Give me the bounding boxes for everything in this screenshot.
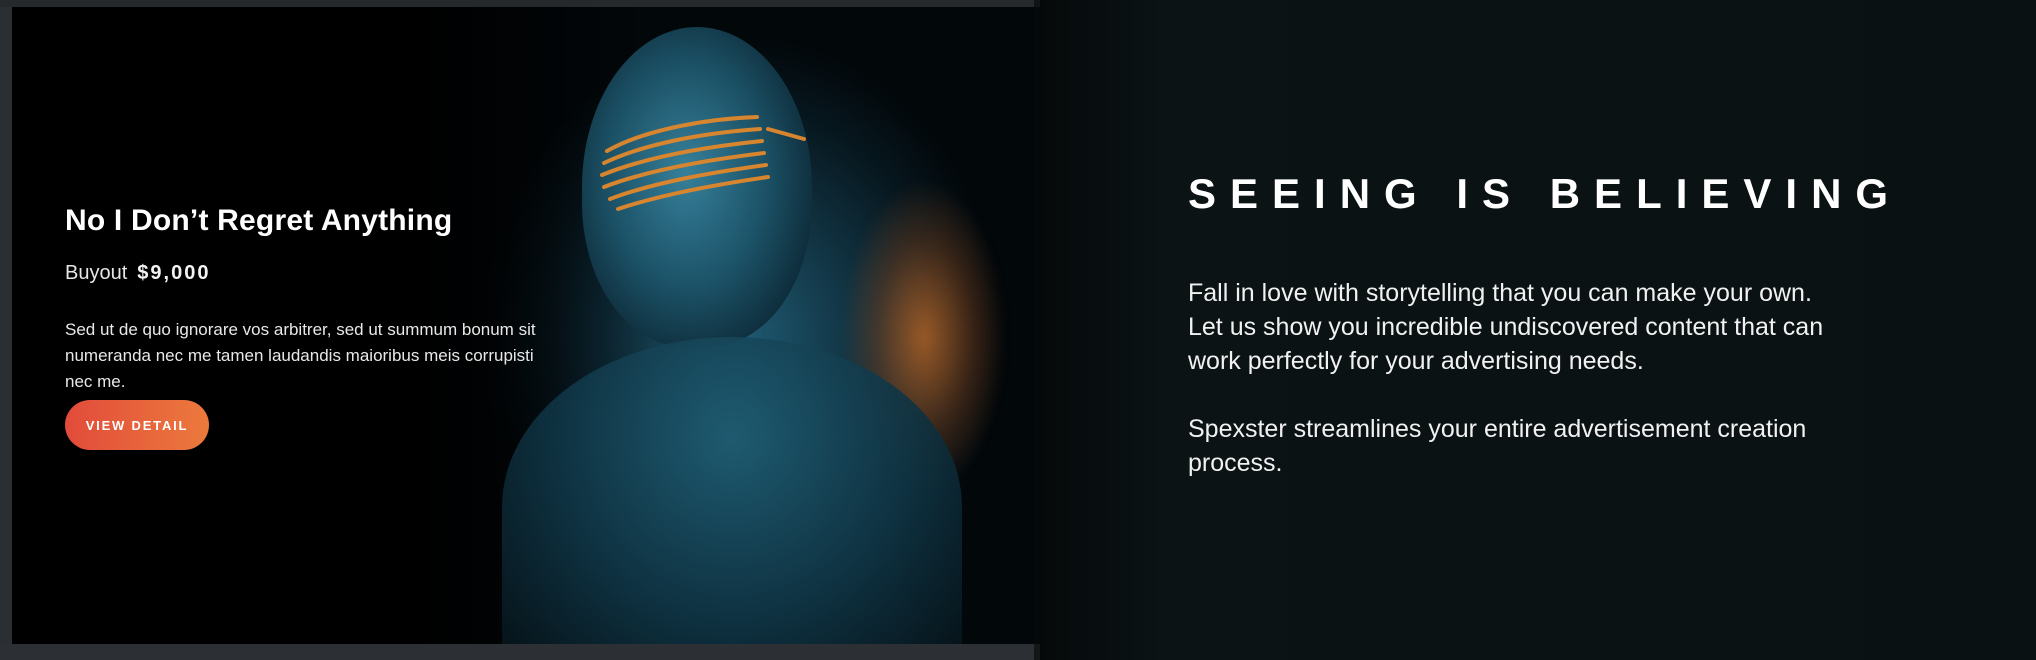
intro-paragraph: Fall in love with storytelling that you … [1188, 279, 1824, 375]
card-shadow [1034, 0, 1164, 660]
price-value: $9,000 [137, 262, 211, 284]
price-row: Buyout $9,000 [65, 262, 210, 285]
frame-top-strip [0, 0, 1040, 7]
neon-glasses-graphic [582, 99, 812, 219]
price-label: Buyout [65, 262, 128, 284]
product-title: No I Don’t Regret Anything [65, 204, 453, 237]
secondary-paragraph: Spexster streamlines your entire adverti… [1188, 415, 1807, 477]
product-card: No I Don’t Regret Anything Buyout $9,000 … [12, 7, 1034, 644]
section-heading: SEEING IS BELIEVING [1188, 170, 1903, 217]
frame-left-strip [0, 0, 12, 660]
glasses-bar-6 [616, 175, 770, 211]
neon-glasses-svg [600, 115, 806, 211]
view-detail-button[interactable]: VIEW DETAIL [65, 400, 209, 450]
page: No I Don’t Regret Anything Buyout $9,000 … [0, 0, 2036, 660]
product-description: Sed ut de quo ignorare vos arbitrer, sed… [65, 320, 536, 391]
frame-bottom-strip [0, 644, 1040, 660]
